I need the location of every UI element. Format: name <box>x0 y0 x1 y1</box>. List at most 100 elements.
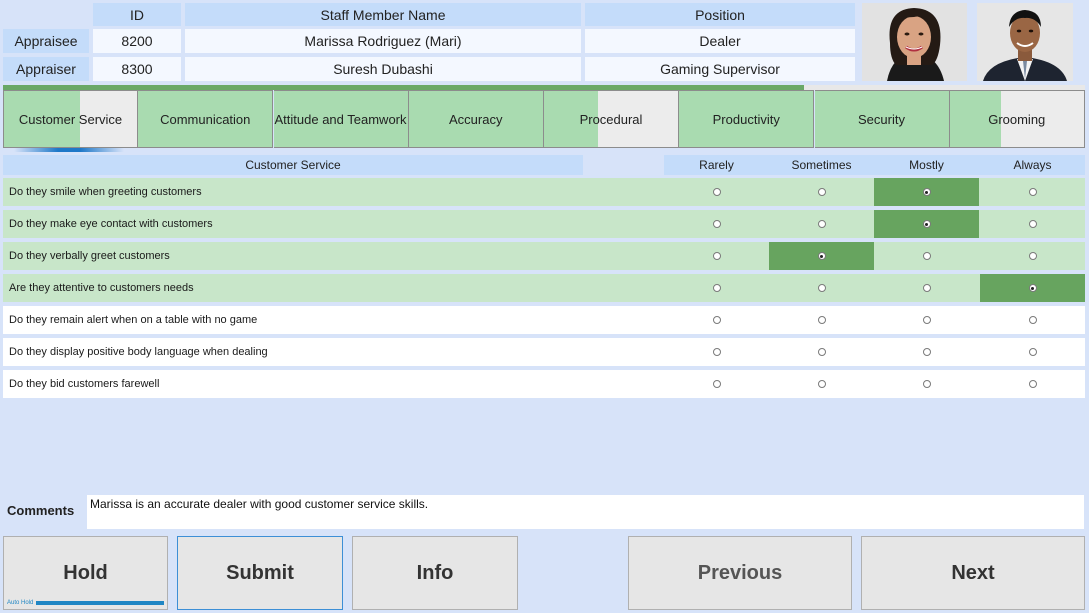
comments-field[interactable]: Marissa is an accurate dealer with good … <box>87 495 1084 529</box>
appraiser-position: Gaming Supervisor <box>585 57 855 81</box>
radio-button-icon[interactable] <box>817 188 826 196</box>
submit-button[interactable]: Submit <box>177 536 343 610</box>
tab-security[interactable]: Security <box>814 90 950 148</box>
radio-button-icon[interactable] <box>922 316 931 324</box>
option-mostly[interactable] <box>874 274 979 302</box>
option-mostly[interactable] <box>874 178 979 206</box>
radio-button-icon[interactable] <box>817 252 826 260</box>
question-row: Do they smile when greeting customers <box>3 178 1085 206</box>
appraiser-label: Appraiser <box>3 57 89 81</box>
appraiser-photo <box>977 3 1073 81</box>
question-text: Are they attentive to customers needs <box>9 282 194 294</box>
tab-accuracy[interactable]: Accuracy <box>408 90 544 148</box>
question-text: Do they verbally greet customers <box>9 250 170 262</box>
appraisee-id: 8200 <box>93 29 181 53</box>
comments-label: Comments <box>7 503 75 518</box>
tab-productivity[interactable]: Productivity <box>679 90 815 148</box>
option-always[interactable] <box>980 210 1085 238</box>
option-rarely[interactable] <box>664 210 769 238</box>
option-header-rarely: Rarely <box>699 158 734 172</box>
option-sometimes[interactable] <box>769 178 874 206</box>
col-header-position: Position <box>585 3 855 26</box>
option-always[interactable] <box>980 178 1085 206</box>
radio-button-icon[interactable] <box>1028 380 1037 388</box>
radio-button-icon[interactable] <box>712 380 721 388</box>
option-header-always: Always <box>1013 158 1052 172</box>
radio-button-icon[interactable] <box>922 252 931 260</box>
option-header-mostly: Mostly <box>909 158 944 172</box>
option-sometimes[interactable] <box>769 210 874 238</box>
radio-button-icon[interactable] <box>712 220 721 228</box>
tab-label: Productivity <box>712 111 780 127</box>
option-rarely[interactable] <box>664 274 769 302</box>
radio-button-icon[interactable] <box>817 380 826 388</box>
option-always[interactable] <box>980 274 1085 302</box>
col-header-id: ID <box>93 3 181 26</box>
radio-button-icon[interactable] <box>712 252 721 260</box>
radio-button-icon[interactable] <box>712 348 721 356</box>
option-rarely[interactable] <box>664 306 769 334</box>
appraisee-photo <box>862 3 967 81</box>
radio-button-icon[interactable] <box>1028 252 1037 260</box>
radio-button-icon[interactable] <box>922 188 931 196</box>
option-sometimes[interactable] <box>769 242 874 270</box>
tab-label: Security <box>858 111 905 127</box>
question-row: Do they make eye contact with customers <box>3 210 1085 238</box>
option-sometimes[interactable] <box>769 274 874 302</box>
question-text: Do they remain alert when on a table wit… <box>9 314 258 326</box>
tab-communication[interactable]: Communication <box>138 90 274 148</box>
option-always[interactable] <box>980 306 1085 334</box>
radio-button-icon[interactable] <box>922 220 931 228</box>
option-mostly[interactable] <box>874 370 979 398</box>
tab-label: Grooming <box>988 111 1046 127</box>
option-sometimes[interactable] <box>769 338 874 366</box>
radio-button-icon[interactable] <box>712 284 721 292</box>
option-sometimes[interactable] <box>769 306 874 334</box>
radio-button-icon[interactable] <box>817 316 826 324</box>
question-row: Do they bid customers farewell <box>3 370 1085 398</box>
radio-button-icon[interactable] <box>817 220 826 228</box>
option-always[interactable] <box>980 338 1085 366</box>
tab-label: Procedural <box>579 111 643 127</box>
option-mostly[interactable] <box>874 210 979 238</box>
option-sometimes[interactable] <box>769 370 874 398</box>
radio-button-icon[interactable] <box>922 380 931 388</box>
hold-button[interactable]: Hold <box>3 536 168 610</box>
radio-button-icon[interactable] <box>817 348 826 356</box>
radio-button-icon[interactable] <box>712 316 721 324</box>
radio-button-icon[interactable] <box>1028 188 1037 196</box>
option-rarely[interactable] <box>664 370 769 398</box>
previous-button[interactable]: Previous <box>628 536 852 610</box>
tab-procedural[interactable]: Procedural <box>544 90 679 148</box>
auto-hold-progress <box>36 601 164 605</box>
tab-customer-service[interactable]: Customer Service <box>3 90 138 148</box>
radio-button-icon[interactable] <box>922 348 931 356</box>
radio-button-icon[interactable] <box>817 284 826 292</box>
option-mostly[interactable] <box>874 338 979 366</box>
option-mostly[interactable] <box>874 306 979 334</box>
radio-button-icon[interactable] <box>1028 348 1037 356</box>
option-rarely[interactable] <box>664 242 769 270</box>
next-button[interactable]: Next <box>861 536 1085 610</box>
radio-button-icon[interactable] <box>922 284 931 292</box>
radio-button-icon[interactable] <box>1028 220 1037 228</box>
appraiser-id: 8300 <box>93 57 181 81</box>
question-row: Do they display positive body language w… <box>3 338 1085 366</box>
info-button[interactable]: Info <box>352 536 518 610</box>
appraisee-position: Dealer <box>585 29 855 53</box>
option-mostly[interactable] <box>874 242 979 270</box>
option-rarely[interactable] <box>664 178 769 206</box>
tab-label: Customer Service <box>18 111 123 127</box>
question-row: Do they remain alert when on a table wit… <box>3 306 1085 334</box>
tab-attitude-and-teamwork[interactable]: Attitude and Teamwork <box>273 90 409 148</box>
option-always[interactable] <box>980 242 1085 270</box>
option-always[interactable] <box>980 370 1085 398</box>
option-rarely[interactable] <box>664 338 769 366</box>
radio-button-icon[interactable] <box>1028 316 1037 324</box>
tab-grooming[interactable]: Grooming <box>949 90 1085 148</box>
radio-button-icon[interactable] <box>712 188 721 196</box>
tab-label: Attitude and Teamwork <box>274 111 407 127</box>
question-text: Do they display positive body language w… <box>9 346 268 358</box>
question-row: Do they verbally greet customers <box>3 242 1085 270</box>
radio-button-icon[interactable] <box>1028 284 1037 292</box>
